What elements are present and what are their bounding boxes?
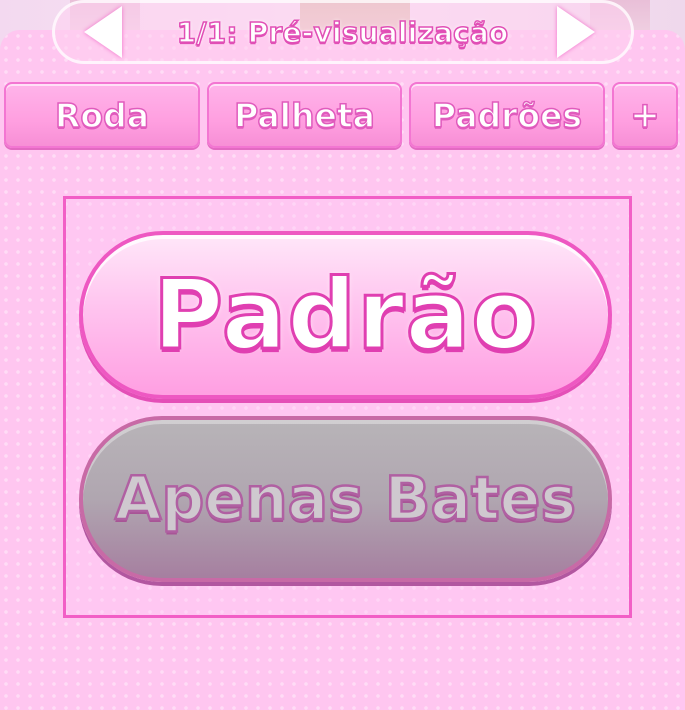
tab-roda[interactable]: Roda: [4, 82, 200, 148]
tab-padroes[interactable]: Padrões: [409, 82, 605, 148]
tab-palheta[interactable]: Palheta: [207, 82, 402, 148]
plus-icon: +: [629, 94, 661, 137]
arrow-right-icon[interactable]: [557, 6, 595, 58]
tab-label: Padrões: [431, 95, 583, 136]
tab-label: Roda: [54, 95, 149, 136]
bates-only-option-button[interactable]: Apenas Bates: [79, 416, 612, 582]
tab-label: Palheta: [233, 95, 375, 136]
tab-more[interactable]: +: [612, 82, 678, 148]
bates-only-option-label: Apenas Bates: [114, 463, 578, 536]
preview-title: 1/1: Pré-visualização: [176, 15, 509, 50]
default-option-button[interactable]: Padrão: [79, 231, 612, 399]
default-option-label: Padrão: [151, 258, 539, 373]
arrow-left-icon[interactable]: [84, 6, 122, 58]
